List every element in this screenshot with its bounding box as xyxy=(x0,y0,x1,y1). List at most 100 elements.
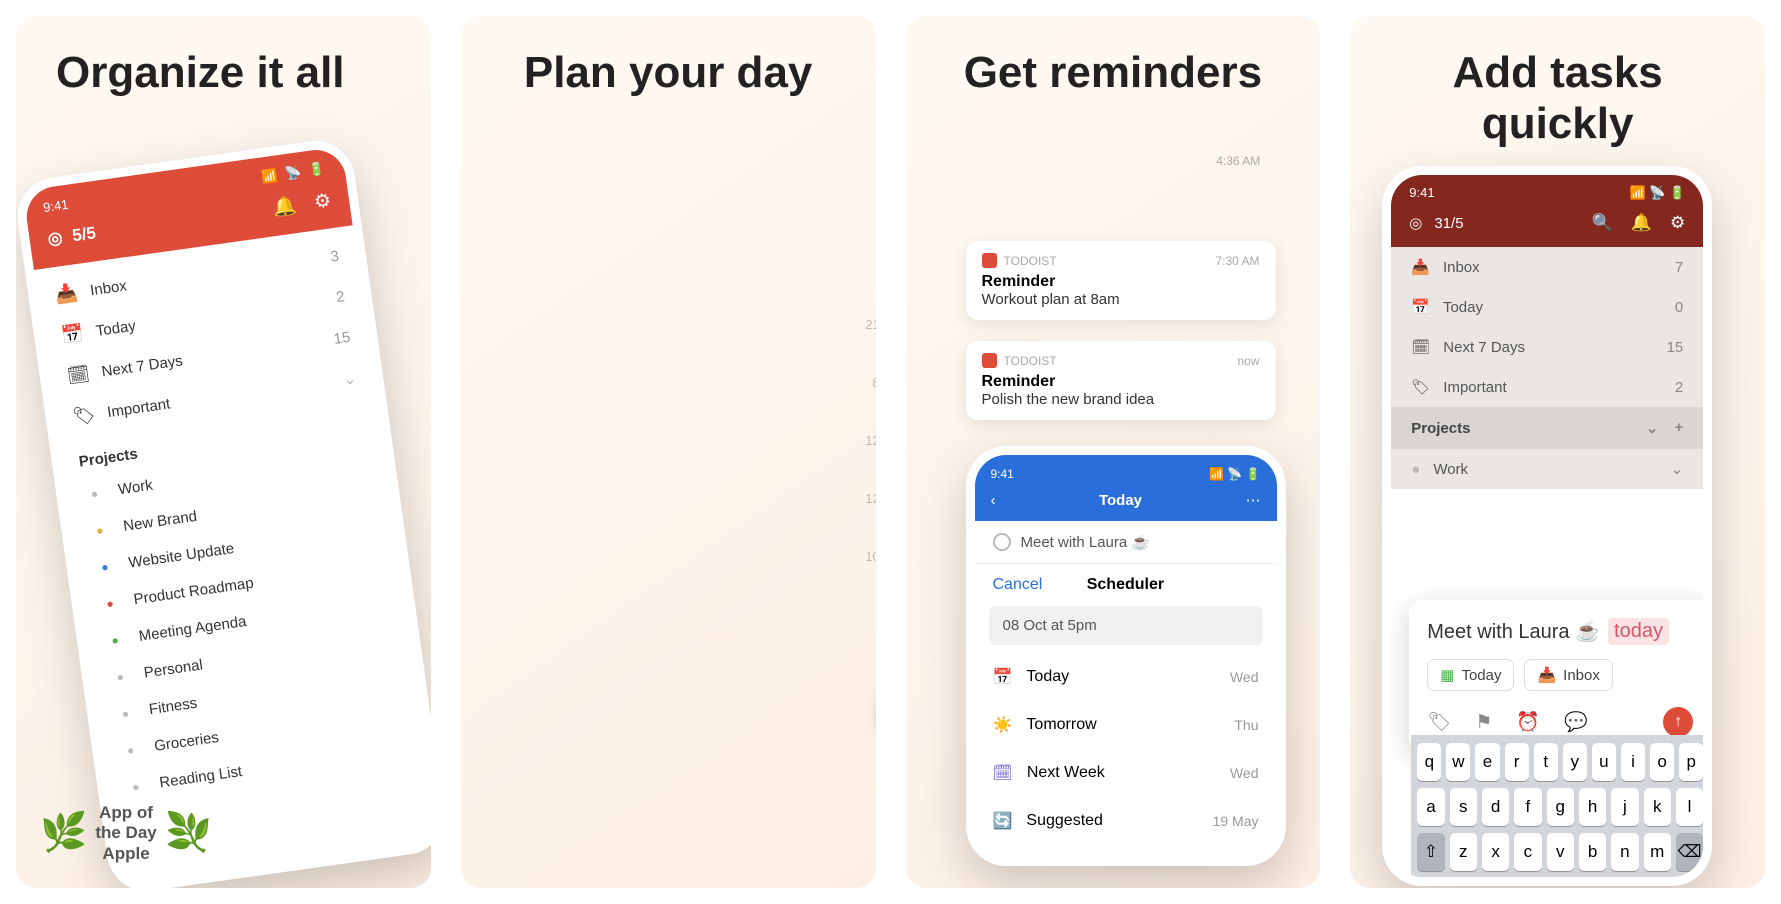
more-icon[interactable]: ⋯ xyxy=(1246,491,1261,509)
projects-header[interactable]: Projects ⌄ + xyxy=(1391,407,1703,449)
key-@[interactable]: @ xyxy=(1632,878,1665,886)
key-#[interactable]: # xyxy=(1670,878,1703,886)
bell-icon[interactable]: 🔔 xyxy=(1631,213,1652,233)
project-dot-icon: ● xyxy=(108,668,132,685)
nav-today[interactable]: 📅Today0 xyxy=(1391,287,1703,327)
task-label: Meet with Laura ☕ xyxy=(1021,533,1151,551)
label-icon[interactable]: 🏷 xyxy=(1427,710,1451,734)
alarm-icon[interactable]: ⏰ xyxy=(1516,710,1540,734)
key-b[interactable]: b xyxy=(1579,833,1606,871)
panel-quickadd: Add tasks quickly 9:41📶 📡 🔋 ◎ 31/5 🔍 🔔 ⚙… xyxy=(1350,16,1765,888)
panel4-title: Add tasks quickly xyxy=(1350,16,1765,149)
key-y[interactable]: y xyxy=(1563,743,1587,781)
key-x[interactable]: x xyxy=(1482,833,1509,871)
panel-organize: Organize it all 9:41 📶 📡 🔋 ◎ 5/5 🔔 ⚙ 📥In… xyxy=(16,16,431,888)
app-of-day-badge: 🌿 App of the Day Apple 🌿 xyxy=(40,803,212,864)
panel2-title: Plan your day xyxy=(461,16,876,99)
key-😊[interactable]: 😊 xyxy=(1456,878,1489,886)
project-dot-icon: ● xyxy=(124,778,148,795)
option-label: Suggested xyxy=(1026,812,1103,830)
notification-card[interactable]: TODOISTnow Reminder Polish the new brand… xyxy=(966,341,1276,420)
key-z[interactable]: z xyxy=(1450,833,1477,871)
quick-date-tag[interactable]: today xyxy=(1608,618,1669,645)
panel3-title: Get reminders xyxy=(906,16,1321,99)
schedule-option[interactable]: ☀️TomorrowThu xyxy=(975,701,1277,749)
bell-icon[interactable]: 🔔 xyxy=(271,195,297,219)
key-c[interactable]: c xyxy=(1514,833,1541,871)
schedule-input[interactable]: 08 Oct at 5pm xyxy=(989,606,1263,645)
key-a[interactable]: a xyxy=(1417,788,1444,826)
key-k[interactable]: k xyxy=(1644,788,1671,826)
option-label: Tomorrow xyxy=(1026,716,1096,734)
brand-label: TODOIST xyxy=(1004,354,1057,368)
project-label: Work xyxy=(117,477,154,499)
lock-time: 4:36 AM xyxy=(1216,154,1260,168)
key-⇧[interactable]: ⇧ xyxy=(1417,833,1444,871)
projects-header-label: Projects xyxy=(1411,420,1470,437)
key-m[interactable]: m xyxy=(1644,833,1671,871)
back-icon[interactable]: ‹ xyxy=(991,492,996,509)
date-count: 31/5 xyxy=(1434,215,1463,232)
key-r[interactable]: r xyxy=(1505,743,1529,781)
project-dot-icon: ● xyxy=(83,485,107,502)
notification-card[interactable]: TODOIST7:30 AM Reminder Workout plan at … xyxy=(966,241,1276,320)
schedule-option[interactable]: 📅TodayWed xyxy=(975,653,1277,701)
key-n[interactable]: n xyxy=(1611,833,1638,871)
status-time: 9:41 xyxy=(42,197,69,216)
date-count: 5/5 xyxy=(71,223,97,246)
option-icon: 🔄 xyxy=(993,811,1013,831)
key-h[interactable]: h xyxy=(1579,788,1606,826)
nav-next7[interactable]: 🗓Next 7 Days15 xyxy=(1391,327,1703,367)
nav-count: 15 xyxy=(333,329,352,348)
gear-icon[interactable]: ⚙ xyxy=(313,190,333,213)
key-t[interactable]: t xyxy=(1534,743,1558,781)
search-icon[interactable]: 🔍 xyxy=(1592,213,1613,233)
key-s[interactable]: s xyxy=(1450,788,1477,826)
laurel-left-icon: 🌿 xyxy=(40,814,87,852)
key-i[interactable]: i xyxy=(1621,743,1645,781)
panel1-title: Organize it all xyxy=(16,16,431,99)
notif-time: 7:30 AM xyxy=(1215,254,1259,268)
project-dot-icon: ● xyxy=(1411,461,1420,478)
chip-today[interactable]: ▦Today xyxy=(1427,659,1514,691)
scheduler-title: Scheduler xyxy=(1042,576,1208,594)
chevron-down-icon: ⌄ xyxy=(1671,460,1684,478)
chip-label: Today xyxy=(1461,667,1501,684)
chevron-down-icon[interactable]: ⌄ xyxy=(1646,419,1659,437)
chip-inbox[interactable]: 📥Inbox xyxy=(1524,659,1612,691)
status-icons: 📶 📡 🔋 xyxy=(1209,467,1261,481)
key-p[interactable]: p xyxy=(1679,743,1703,781)
nav-label: Inbox xyxy=(89,277,128,299)
project-label: Personal xyxy=(143,656,204,681)
quick-text[interactable]: Meet with Laura ☕ xyxy=(1427,619,1600,644)
key-q[interactable]: q xyxy=(1417,743,1441,781)
task-row[interactable]: Meet with Laura ☕ xyxy=(975,521,1277,564)
key-d[interactable]: d xyxy=(1482,788,1509,826)
key-g[interactable]: g xyxy=(1547,788,1574,826)
project-work[interactable]: ●Work⌄ xyxy=(1391,449,1703,489)
award-line: App of xyxy=(95,803,156,823)
add-project-icon[interactable]: + xyxy=(1674,419,1683,437)
key-w[interactable]: w xyxy=(1446,743,1470,781)
nav-inbox[interactable]: 📥Inbox7 xyxy=(1391,247,1703,287)
key-f[interactable]: f xyxy=(1514,788,1541,826)
key-123[interactable]: 123 xyxy=(1417,878,1450,886)
gear-icon[interactable]: ⚙ xyxy=(1670,213,1685,233)
submit-task-button[interactable]: ↑ xyxy=(1663,707,1693,737)
key-j[interactable]: j xyxy=(1611,788,1638,826)
comment-icon[interactable]: 💬 xyxy=(1564,710,1588,734)
checkbox-icon[interactable] xyxy=(993,533,1011,551)
nav-count: 7 xyxy=(1675,259,1683,276)
key-⌫[interactable]: ⌫ xyxy=(1676,833,1703,871)
key-l[interactable]: l xyxy=(1676,788,1703,826)
nav-important[interactable]: 🏷Important2 xyxy=(1391,367,1703,407)
schedule-option[interactable]: 🗓Next WeekWed xyxy=(975,749,1277,797)
key-v[interactable]: v xyxy=(1547,833,1574,871)
cancel-button[interactable]: Cancel xyxy=(993,576,1043,594)
key-space[interactable]: space xyxy=(1494,878,1627,886)
key-u[interactable]: u xyxy=(1592,743,1616,781)
schedule-option[interactable]: 🔄Suggested19 May xyxy=(975,797,1277,845)
key-o[interactable]: o xyxy=(1650,743,1674,781)
flag-icon[interactable]: ⚑ xyxy=(1475,711,1492,734)
key-e[interactable]: e xyxy=(1475,743,1499,781)
